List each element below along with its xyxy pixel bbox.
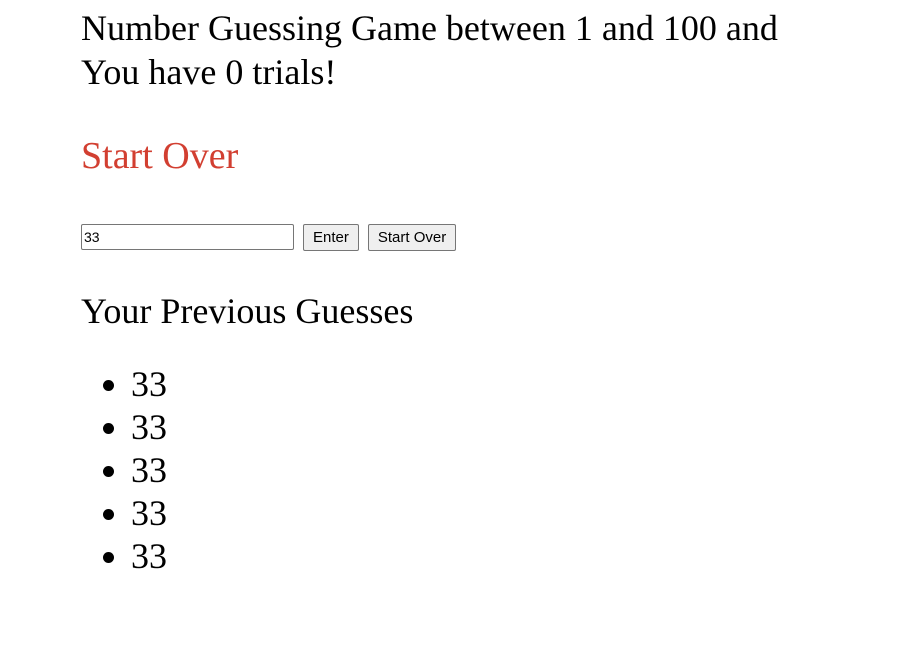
guess-form: Enter Start Over (81, 223, 841, 251)
previous-guesses-list: 33 33 33 33 33 (81, 363, 841, 578)
guess-item: 33 (131, 449, 841, 492)
guess-item: 33 (131, 406, 841, 449)
guess-item: 33 (131, 535, 841, 578)
guess-item: 33 (131, 492, 841, 535)
game-title: Number Guessing Game between 1 and 100 a… (81, 8, 778, 92)
enter-button[interactable]: Enter (303, 223, 359, 251)
game-page: Number Guessing Game between 1 and 100 a… (81, 0, 841, 578)
start-over-link[interactable]: Start Over (81, 134, 841, 178)
guess-item: 33 (131, 363, 841, 406)
guess-input[interactable] (81, 224, 294, 250)
previous-guesses-heading: Your Previous Guesses (81, 291, 414, 331)
start-over-button[interactable]: Start Over (367, 223, 457, 251)
